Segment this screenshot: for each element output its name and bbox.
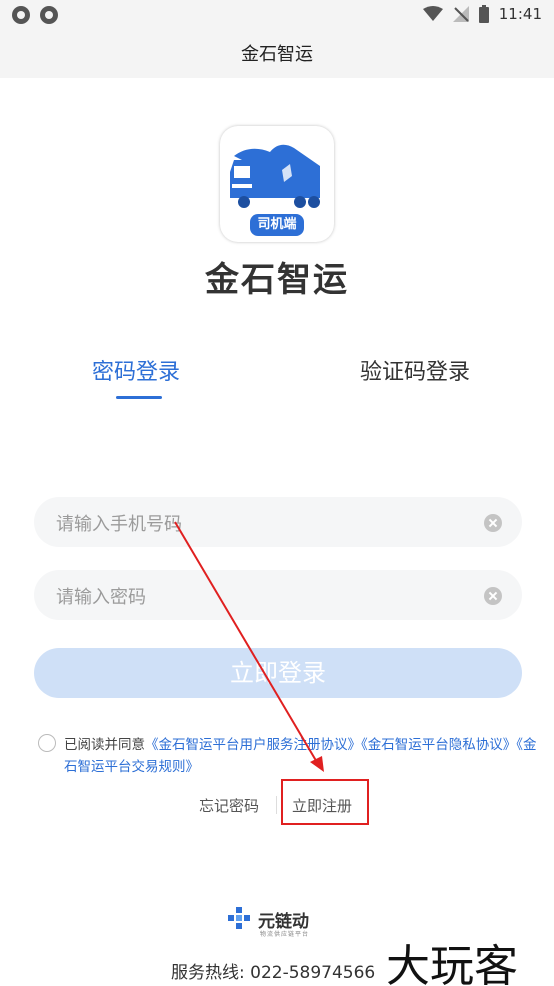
footer-brand: 元链动 物流供应链平台 bbox=[226, 905, 309, 938]
watermark: 大玩客 bbox=[386, 941, 518, 986]
annotation-arrow bbox=[174, 521, 324, 772]
brand-name: 元链动 bbox=[258, 911, 309, 932]
brand-subtitle: 物流供应链平台 bbox=[260, 931, 310, 938]
service-hotline[interactable]: 服务热线: 022-58974566 bbox=[171, 958, 375, 983]
brand-logo-icon bbox=[228, 907, 250, 929]
